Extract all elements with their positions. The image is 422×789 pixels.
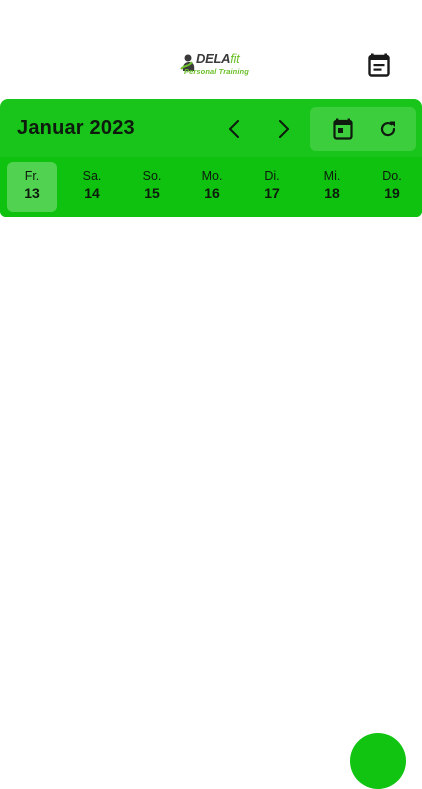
- day-date: 19: [384, 185, 400, 201]
- calendar-note-icon: [368, 53, 390, 77]
- week-day-strip: Fr. 13 Sa. 14 So. 15 Mo. 16 Di. 17 Mi. 1…: [0, 157, 422, 217]
- day-item-do-19[interactable]: Do. 19: [367, 162, 417, 212]
- day-name: So.: [142, 169, 162, 183]
- day-date: 17: [264, 185, 280, 201]
- calendar-panel: Januar 2023 Fr. 13 Sa. 14 So. 15 Mo. 16 …: [0, 99, 422, 217]
- day-name: Mi.: [323, 169, 341, 183]
- app-header: DELAfit Personal Training: [0, 0, 422, 101]
- previous-week-button[interactable]: [214, 113, 254, 145]
- day-name: Di.: [264, 169, 280, 183]
- calendar-today-icon: [333, 118, 353, 140]
- day-date: 18: [324, 185, 340, 201]
- day-item-mo-16[interactable]: Mo. 16: [187, 162, 237, 212]
- chevron-right-icon: [279, 120, 289, 138]
- delafit-logo: DELAfit Personal Training: [180, 50, 249, 80]
- logo-subtitle: Personal Training: [184, 67, 249, 76]
- day-date: 15: [144, 185, 160, 201]
- refresh-icon: [380, 121, 396, 137]
- chevron-left-icon: [229, 120, 239, 138]
- day-item-fr-13[interactable]: Fr. 13: [7, 162, 57, 212]
- day-item-di-17[interactable]: Di. 17: [247, 162, 297, 212]
- month-label: Januar 2023: [17, 117, 135, 139]
- today-button[interactable]: [329, 115, 357, 143]
- day-date: 13: [24, 185, 40, 201]
- day-name: Sa.: [82, 169, 102, 183]
- day-name: Mo.: [201, 169, 223, 183]
- calendar-note-button[interactable]: [366, 52, 392, 78]
- day-item-mi-18[interactable]: Mi. 18: [307, 162, 357, 212]
- day-name: Fr.: [24, 169, 40, 183]
- add-appointment-button[interactable]: [350, 733, 406, 789]
- calendar-tools: [310, 107, 416, 151]
- refresh-button[interactable]: [374, 115, 402, 143]
- day-date: 14: [84, 185, 100, 201]
- next-week-button[interactable]: [264, 113, 304, 145]
- day-item-sa-14[interactable]: Sa. 14: [67, 162, 117, 212]
- day-date: 16: [204, 185, 220, 201]
- logo-brand: DELAfit: [196, 51, 240, 66]
- day-item-so-15[interactable]: So. 15: [127, 162, 177, 212]
- day-name: Do.: [382, 169, 402, 183]
